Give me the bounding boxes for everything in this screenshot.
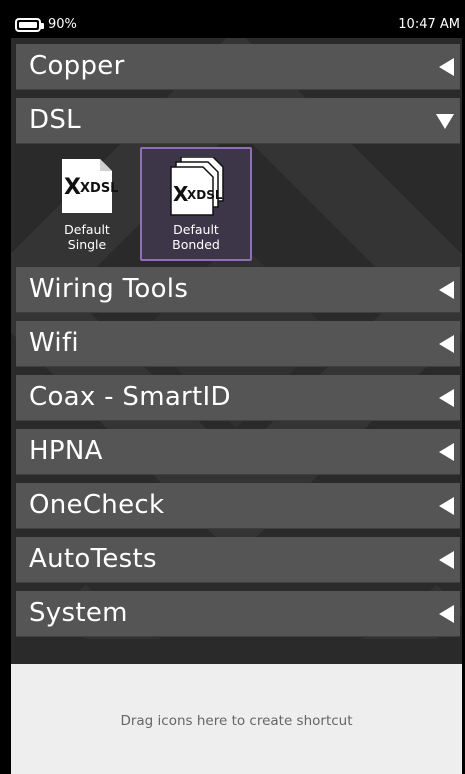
tile-label-line1: Default <box>173 222 219 237</box>
expanded-arrow-icon <box>436 114 454 129</box>
tile-label-line2: Single <box>67 237 107 252</box>
xdsl-bonded-icon: X XDSL <box>170 157 224 216</box>
status-bar: 90% 10:47 AM <box>11 13 462 38</box>
category-label: Copper <box>29 51 125 81</box>
category-label: HPNA <box>29 436 103 466</box>
category-onecheck[interactable]: OneCheck <box>16 483 460 529</box>
category-label: Coax - SmartID <box>29 382 231 412</box>
collapsed-arrow-icon <box>439 551 454 569</box>
category-hpna[interactable]: HPNA <box>16 429 460 475</box>
svg-text:X: X <box>64 175 81 200</box>
category-dsl[interactable]: DSL <box>16 98 460 144</box>
xdsl-single-icon: X XDSL <box>62 159 118 213</box>
category-label: Wiring Tools <box>29 274 189 304</box>
battery-level: 90% <box>48 17 77 32</box>
svg-text:XDSL: XDSL <box>187 188 223 202</box>
collapsed-arrow-icon <box>439 335 454 353</box>
svg-text:XDSL: XDSL <box>80 181 118 196</box>
collapsed-arrow-icon <box>439 605 454 623</box>
test-default-single[interactable]: X XDSL Default Single <box>31 147 143 261</box>
category-wiring-tools[interactable]: Wiring Tools <box>16 267 460 313</box>
category-coax-smartid[interactable]: Coax - SmartID <box>16 375 460 421</box>
category-label: Wifi <box>29 328 79 358</box>
menu-bottom-spacer <box>11 639 462 664</box>
collapsed-arrow-icon <box>439 443 454 461</box>
collapsed-arrow-icon <box>439 497 454 515</box>
category-label: DSL <box>29 105 81 135</box>
shortcut-hint: Drag icons here to create shortcut <box>120 713 353 729</box>
category-autotests[interactable]: AutoTests <box>16 537 460 583</box>
category-system[interactable]: System <box>16 591 460 637</box>
app-screen: 90% 10:47 AM Copper DSL X XDSL Default S… <box>11 13 462 774</box>
tile-label-line1: Default <box>64 222 110 237</box>
category-label: OneCheck <box>29 490 165 520</box>
clock: 10:47 AM <box>398 17 460 32</box>
tile-label-line2: Bonded <box>172 237 220 252</box>
category-label: System <box>29 598 128 628</box>
battery-icon <box>15 18 44 32</box>
test-default-bonded[interactable]: X XDSL Default Bonded <box>140 147 252 261</box>
category-wifi[interactable]: Wifi <box>16 321 460 367</box>
dsl-test-icons: X XDSL Default Single X XDSL Default Bon… <box>16 145 460 267</box>
collapsed-arrow-icon <box>439 58 454 76</box>
category-label: AutoTests <box>29 544 157 574</box>
shortcut-drop-zone[interactable]: Drag icons here to create shortcut <box>11 664 462 774</box>
collapsed-arrow-icon <box>439 389 454 407</box>
collapsed-arrow-icon <box>439 281 454 299</box>
category-copper[interactable]: Copper <box>16 44 460 90</box>
